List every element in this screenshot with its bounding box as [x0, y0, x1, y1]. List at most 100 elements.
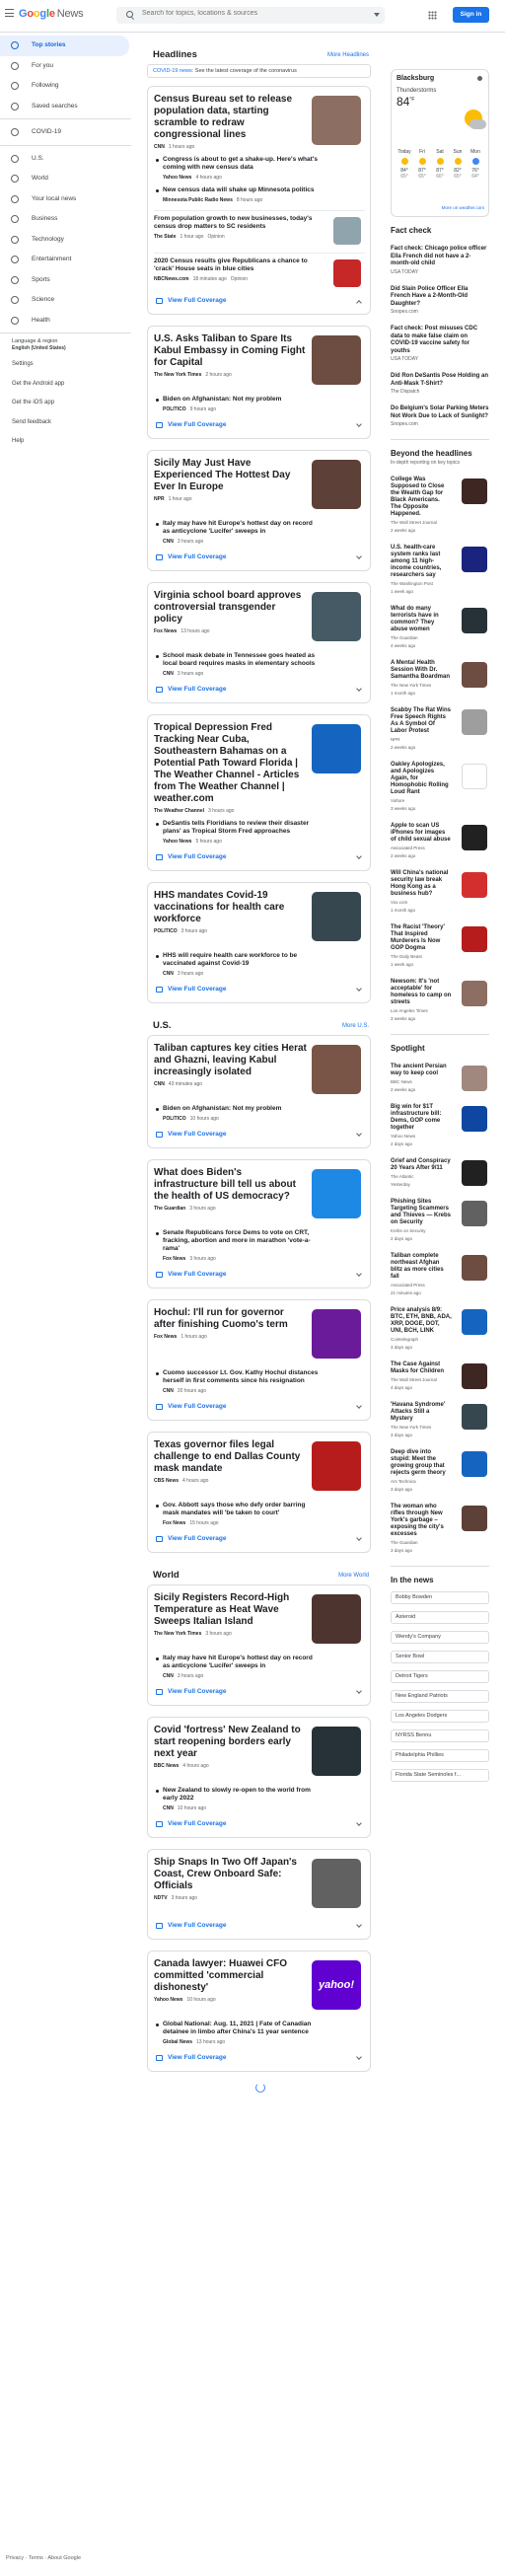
beyond-item[interactable]: U.S. health-care system ranks last among… [391, 545, 489, 595]
beyond-thumbnail[interactable] [462, 608, 487, 633]
related-story[interactable]: School mask debate in Tennessee goes hea… [154, 652, 365, 678]
chevron-icon[interactable] [356, 1922, 362, 1928]
beyond-headline[interactable]: What do many terrorists have in common? … [391, 606, 452, 633]
footer-links[interactable]: Privacy · Terms · About Google [6, 2555, 81, 2561]
story-source[interactable]: The New York Times [154, 372, 201, 378]
story-headline[interactable]: Ship Snaps In Two Off Japan's Coast, Cre… [154, 1857, 307, 1892]
google-news-logo[interactable]: Google News [19, 8, 84, 20]
lead-story[interactable]: Hochul: I'll run for governor after fini… [154, 1307, 365, 1364]
spotlight-headline[interactable]: Grief and Conspiracy 20 Years After 9/11 [391, 1158, 452, 1172]
related-source[interactable]: POLITICO [163, 1116, 186, 1122]
related-source[interactable]: Global News [163, 2039, 192, 2045]
in-the-news-chip[interactable]: Los Angeles Dodgers [391, 1710, 489, 1723]
related-thumbnail[interactable] [333, 259, 361, 287]
story-source[interactable]: The New York Times [154, 1631, 201, 1637]
related-headline[interactable]: Global National: Aug. 11, 2021 | Fate of… [163, 2021, 321, 2036]
related-story[interactable]: HHS will require health care workforce t… [154, 952, 365, 978]
fact-check-item[interactable]: Did Slain Police Officer Ella French Hav… [391, 286, 489, 316]
beyond-thumbnail[interactable] [462, 547, 487, 572]
chevron-icon[interactable] [356, 686, 362, 692]
related-story[interactable]: New Zealand to slowly re-open to the wor… [154, 1787, 365, 1812]
spotlight-item[interactable]: The Case Against Masks for Children The W… [391, 1362, 489, 1391]
in-the-news-chip[interactable]: New England Patriots [391, 1690, 489, 1703]
related-source[interactable]: CNN [163, 971, 174, 977]
fact-check-headline[interactable]: Did Slain Police Officer Ella French Hav… [391, 286, 489, 309]
chevron-icon[interactable] [356, 1131, 362, 1137]
related-story[interactable]: Biden on Afghanistan: Not my problem POLI… [154, 396, 365, 413]
spotlight-item[interactable]: Taliban complete northeast Afghan blitz … [391, 1253, 489, 1296]
chevron-icon[interactable] [356, 1271, 362, 1277]
related-headline[interactable]: HHS will require health care workforce t… [163, 952, 321, 968]
related-headline[interactable]: DeSantis tells Floridians to review thei… [163, 820, 321, 836]
related-story[interactable]: Congress is about to get a shake-up. Her… [154, 156, 365, 182]
spotlight-item[interactable]: Price analysis 8/9: BTC, ETH, BNB, ADA, … [391, 1307, 489, 1351]
story-headline[interactable]: Texas governor files legal challenge to … [154, 1439, 307, 1475]
spotlight-item[interactable]: Big win for $1T infrastructure bill: Dem… [391, 1104, 489, 1147]
nav-link-ios[interactable]: Get the iOS app [0, 394, 138, 413]
related-headline[interactable]: Italy may have hit Europe's hottest day … [163, 520, 321, 536]
spotlight-thumbnail[interactable] [462, 1066, 487, 1091]
spotlight-thumbnail[interactable] [462, 1363, 487, 1389]
story-thumbnail[interactable]: yahoo! [312, 1960, 361, 2010]
spotlight-headline[interactable]: 'Havana Syndrome' Attacks Still a Myster… [391, 1402, 452, 1423]
lead-story[interactable]: Sicily May Just Have Experienced The Hot… [154, 458, 365, 515]
related-story[interactable]: 2020 Census results give Republicans a c… [154, 258, 365, 289]
lead-story[interactable]: Canada lawyer: Huawei CFO committed 'com… [154, 1958, 365, 2016]
story-source[interactable]: CBS News [154, 1478, 179, 1484]
nav-item-sports[interactable]: Sports [0, 270, 138, 291]
related-story[interactable]: DeSantis tells Floridians to review thei… [154, 820, 365, 846]
nav-item-world[interactable]: World [0, 169, 138, 189]
fact-check-item[interactable]: Fact check: Post misuses CDC data to mak… [391, 326, 489, 362]
coverage-label[interactable]: View Full Coverage [168, 853, 226, 860]
story-headline[interactable]: Census Bureau set to release population … [154, 94, 307, 141]
related-source[interactable]: Yahoo News [163, 839, 191, 845]
story-thumbnail[interactable] [312, 96, 361, 145]
spotlight-headline[interactable]: Price analysis 8/9: BTC, ETH, BNB, ADA, … [391, 1307, 452, 1335]
beyond-thumbnail[interactable] [462, 709, 487, 735]
chevron-icon[interactable] [356, 1403, 362, 1409]
location-pin-icon[interactable] [477, 76, 482, 81]
story-headline[interactable]: Tropical Depression Fred Tracking Near C… [154, 722, 307, 805]
view-full-coverage-button[interactable]: View Full Coverage [154, 2052, 365, 2066]
view-full-coverage-button[interactable]: View Full Coverage [154, 851, 365, 865]
nav-item-for-you[interactable]: For you [0, 56, 138, 77]
story-thumbnail[interactable] [312, 1441, 361, 1491]
nav-item-top-stories[interactable]: Top stories [0, 36, 129, 56]
beyond-headline[interactable]: College Was Supposed to Close the Wealth… [391, 477, 452, 518]
story-thumbnail[interactable] [312, 1169, 361, 1218]
search-input[interactable] [142, 10, 339, 17]
beyond-item[interactable]: Oakley Apologizes, and Apologizes Again,… [391, 762, 489, 812]
hamburger-menu-icon[interactable] [5, 9, 14, 17]
coverage-label[interactable]: View Full Coverage [168, 1131, 226, 1138]
related-story[interactable]: Biden on Afghanistan: Not my problem POLI… [154, 1105, 365, 1123]
story-source[interactable]: CNN [154, 144, 165, 150]
spotlight-item[interactable]: Phishing Sites Targeting Scammers and Th… [391, 1199, 489, 1242]
view-full-coverage-button[interactable]: View Full Coverage [154, 1920, 365, 1934]
nav-item-covid-19[interactable]: COVID-19 [0, 122, 138, 143]
related-source[interactable]: CNN [163, 1673, 174, 1679]
story-headline[interactable]: Virginia school board approves controver… [154, 590, 307, 626]
chevron-icon[interactable] [356, 1688, 362, 1694]
in-the-news-chip[interactable]: NYRSS Bennu [391, 1730, 489, 1742]
story-thumbnail[interactable] [312, 1859, 361, 1908]
chevron-icon[interactable] [356, 986, 362, 992]
language-region-label[interactable]: Language & region [0, 338, 138, 345]
chevron-icon[interactable] [356, 2054, 362, 2060]
coverage-label[interactable]: View Full Coverage [168, 1403, 226, 1410]
view-full-coverage-button[interactable]: View Full Coverage [154, 1686, 365, 1700]
story-source[interactable]: CNN [154, 1081, 165, 1087]
related-story[interactable]: Global National: Aug. 11, 2021 | Fate of… [154, 2021, 365, 2046]
related-thumbnail[interactable] [333, 217, 361, 245]
in-the-news-chip[interactable]: Bobby Bowden [391, 1591, 489, 1604]
related-source[interactable]: CNN [163, 671, 174, 677]
related-story[interactable]: Cuomo successor Lt. Gov. Kathy Hochul di… [154, 1369, 365, 1395]
view-full-coverage-button[interactable]: View Full Coverage [154, 1269, 365, 1283]
beyond-thumbnail[interactable] [462, 981, 487, 1006]
covid-link[interactable]: COVID-19 news: [153, 68, 193, 74]
story-headline[interactable]: Canada lawyer: Huawei CFO committed 'com… [154, 1958, 307, 1994]
view-full-coverage-button[interactable]: View Full Coverage [154, 1129, 365, 1142]
coverage-label[interactable]: View Full Coverage [168, 686, 226, 693]
spotlight-thumbnail[interactable] [462, 1160, 487, 1186]
nav-item-entertainment[interactable]: Entertainment [0, 250, 138, 270]
in-the-news-chip[interactable]: Wendy's Company [391, 1631, 489, 1644]
